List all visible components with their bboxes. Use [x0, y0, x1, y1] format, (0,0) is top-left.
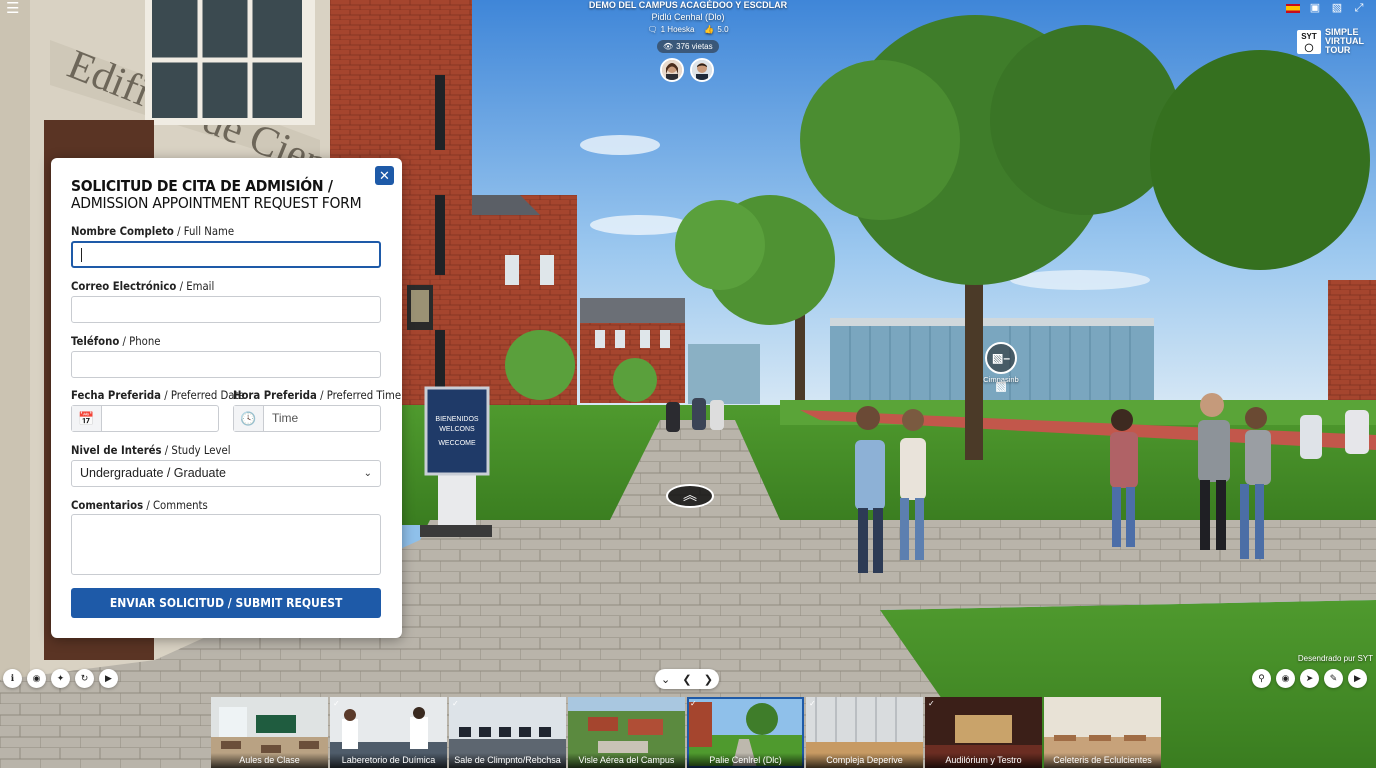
visited-check-icon: ✓	[928, 699, 935, 708]
left-control-bar: ℹ ◉ ✦ ↻ ▶	[3, 669, 118, 688]
right-control-bar: ⚲ ◉ ➤ ✎ ▶	[1252, 669, 1367, 688]
compass-icon[interactable]: ✦	[51, 669, 70, 688]
chevron-up-icon: ︽	[683, 487, 697, 503]
visited-check-icon: ✓	[690, 699, 697, 708]
form-title-en: ADMISSION APPOINTMENT REQUEST FORM	[71, 194, 362, 212]
map-pin-icon[interactable]: ⚲	[1252, 669, 1271, 688]
avatar-portrait	[662, 60, 682, 80]
logo-circle-icon: ◯	[1304, 42, 1314, 52]
thumbnail-aerial-view[interactable]: Visle Aérea del Campus	[568, 697, 685, 768]
sign-line-2: WELCONS	[439, 426, 475, 433]
comments-textarea[interactable]	[71, 514, 381, 575]
visited-check-icon: ✓	[452, 699, 459, 708]
video-call-icon[interactable]: ▶	[1348, 669, 1367, 688]
tour-subtitle: Pidlú Cenhal (Dlo)	[651, 12, 725, 22]
tour-stats: 🗨 1 Hoeska 👍 5.0	[640, 25, 736, 34]
form-title-es: SOLICITUD DE CITA DE ADMISIÓN /	[71, 177, 333, 195]
sign-line-1: BIENENIDOS	[435, 416, 479, 423]
brand-logo: SYT ◯ SIMPLE VIRTUAL TOUR	[1297, 28, 1364, 55]
chevron-right-icon[interactable]: ❯	[704, 673, 713, 686]
hosts-stat: 🗨 1 Hoeska	[647, 25, 695, 34]
preferred-time-input[interactable]: 🕓 Time	[233, 405, 381, 432]
thumbnail-chemistry-lab[interactable]: Laberetorio de Duímica ✓	[330, 697, 447, 768]
full-name-input[interactable]	[71, 241, 381, 268]
thumbnail-computer-lab[interactable]: Sale de Climpnto/Rebchsa ✓	[449, 697, 566, 768]
text-caret	[81, 248, 82, 262]
clock-icon[interactable]: 🕓	[234, 406, 264, 431]
scene-thumbnails: Aules de Clase Laberetorio de Duímica ✓ …	[211, 697, 1161, 768]
eye-icon: 👁	[663, 42, 674, 51]
thumbnail-auditorium[interactable]: Audilórium y Testro ✓	[925, 697, 1042, 768]
preferred-date-input[interactable]: 📅	[71, 405, 219, 432]
calendar-icon[interactable]: 📅	[72, 406, 102, 431]
preferred-time-label: Hora Preferida / Preferred Time	[233, 388, 402, 402]
play-icon[interactable]: ▶	[99, 669, 118, 688]
host-avatar-2[interactable]	[690, 58, 714, 82]
thumbnail-nav: ⌄ ❮ ❯	[655, 669, 719, 689]
views-badge: 👁 376 vietas	[657, 40, 719, 53]
logo-box: SYT ◯	[1297, 29, 1321, 54]
full-name-label: Nombre Completo / Full Name	[71, 224, 235, 238]
submit-request-button[interactable]: ENVIAR SOLICITUD / SUBMIT REQUEST	[71, 588, 381, 618]
study-level-select[interactable]: Undergraduate / Graduate ⌄	[71, 460, 381, 487]
chat-bubble-icon[interactable]: ◉	[27, 669, 46, 688]
admission-request-form: ✕ SOLICITUD DE CITA DE ADMISIÓN / ADMISS…	[51, 158, 402, 638]
avatar-portrait	[692, 60, 712, 80]
email-input[interactable]	[71, 296, 381, 323]
study-level-label: Nivel de Interés / Study Level	[71, 443, 231, 457]
visited-check-icon: ✓	[809, 699, 816, 708]
camera-icon[interactable]: ◉	[1276, 669, 1295, 688]
visited-check-icon: ✓	[333, 699, 340, 708]
forward-navigation-arrow[interactable]: ︽	[666, 484, 714, 508]
email-label: Correo Electrónico / Email	[71, 279, 215, 293]
fullscreen-icon[interactable]: ⤢	[1352, 2, 1366, 14]
sign-line-3: WECCOME	[438, 440, 476, 447]
logo-line-3: TOUR	[1325, 45, 1351, 55]
close-icon: ✕	[379, 168, 390, 183]
rotate-icon[interactable]: ↻	[75, 669, 94, 688]
vr-icon[interactable]: ▧	[1330, 2, 1344, 14]
edit-icon[interactable]: ✎	[1324, 669, 1343, 688]
powered-by: Desendrado pur SYT	[1297, 654, 1373, 663]
gym-hotspot-label: Cimnasinb	[983, 375, 1019, 384]
menu-button[interactable]: ☰	[6, 0, 22, 17]
host-avatar-1[interactable]	[660, 58, 684, 82]
comments-label: Comentarios / Comments	[71, 498, 208, 512]
phone-input[interactable]	[71, 351, 381, 378]
gym-hotspot[interactable]: ▧–▧	[985, 342, 1017, 393]
chevron-left-icon[interactable]: ❮	[682, 673, 691, 686]
info-box-icon[interactable]: ▣	[1308, 2, 1322, 14]
chevron-down-icon: ⌄	[363, 468, 372, 479]
top-right-toolbar: ▣ ▧ ⤢	[1286, 2, 1366, 14]
phone-label: Teléfono / Phone	[71, 334, 161, 348]
preferred-date-label: Fecha Preferida / Preferred Date	[71, 388, 245, 402]
time-placeholder: Time	[272, 411, 299, 425]
thumbnail-sports-complex[interactable]: Compleja Deperive ✓	[806, 697, 923, 768]
flag-spain-icon[interactable]	[1286, 4, 1300, 13]
thumbnail-central-courtyard[interactable]: Palie Cenlrel (Dlc) ✓	[687, 697, 804, 768]
chat-icon: 🗨	[647, 25, 658, 34]
rating-stat: 👍 5.0	[704, 25, 729, 34]
close-form-button[interactable]: ✕	[375, 166, 394, 185]
hamburger-icon: ☰	[6, 0, 20, 17]
tour-title: DEMO DEL CAMPUS ACAGÉDOO Y ESCDLAR	[588, 0, 788, 10]
share-icon[interactable]: ➤	[1300, 669, 1319, 688]
thumbnail-cafeteria[interactable]: Celeteris de Eclulcientes	[1044, 697, 1161, 768]
thumbnail-classrooms[interactable]: Aules de Clase	[211, 697, 328, 768]
chevron-down-icon[interactable]: ⌄	[661, 673, 670, 686]
info-icon[interactable]: ℹ	[3, 669, 22, 688]
thumbs-up-icon: 👍	[704, 25, 715, 34]
